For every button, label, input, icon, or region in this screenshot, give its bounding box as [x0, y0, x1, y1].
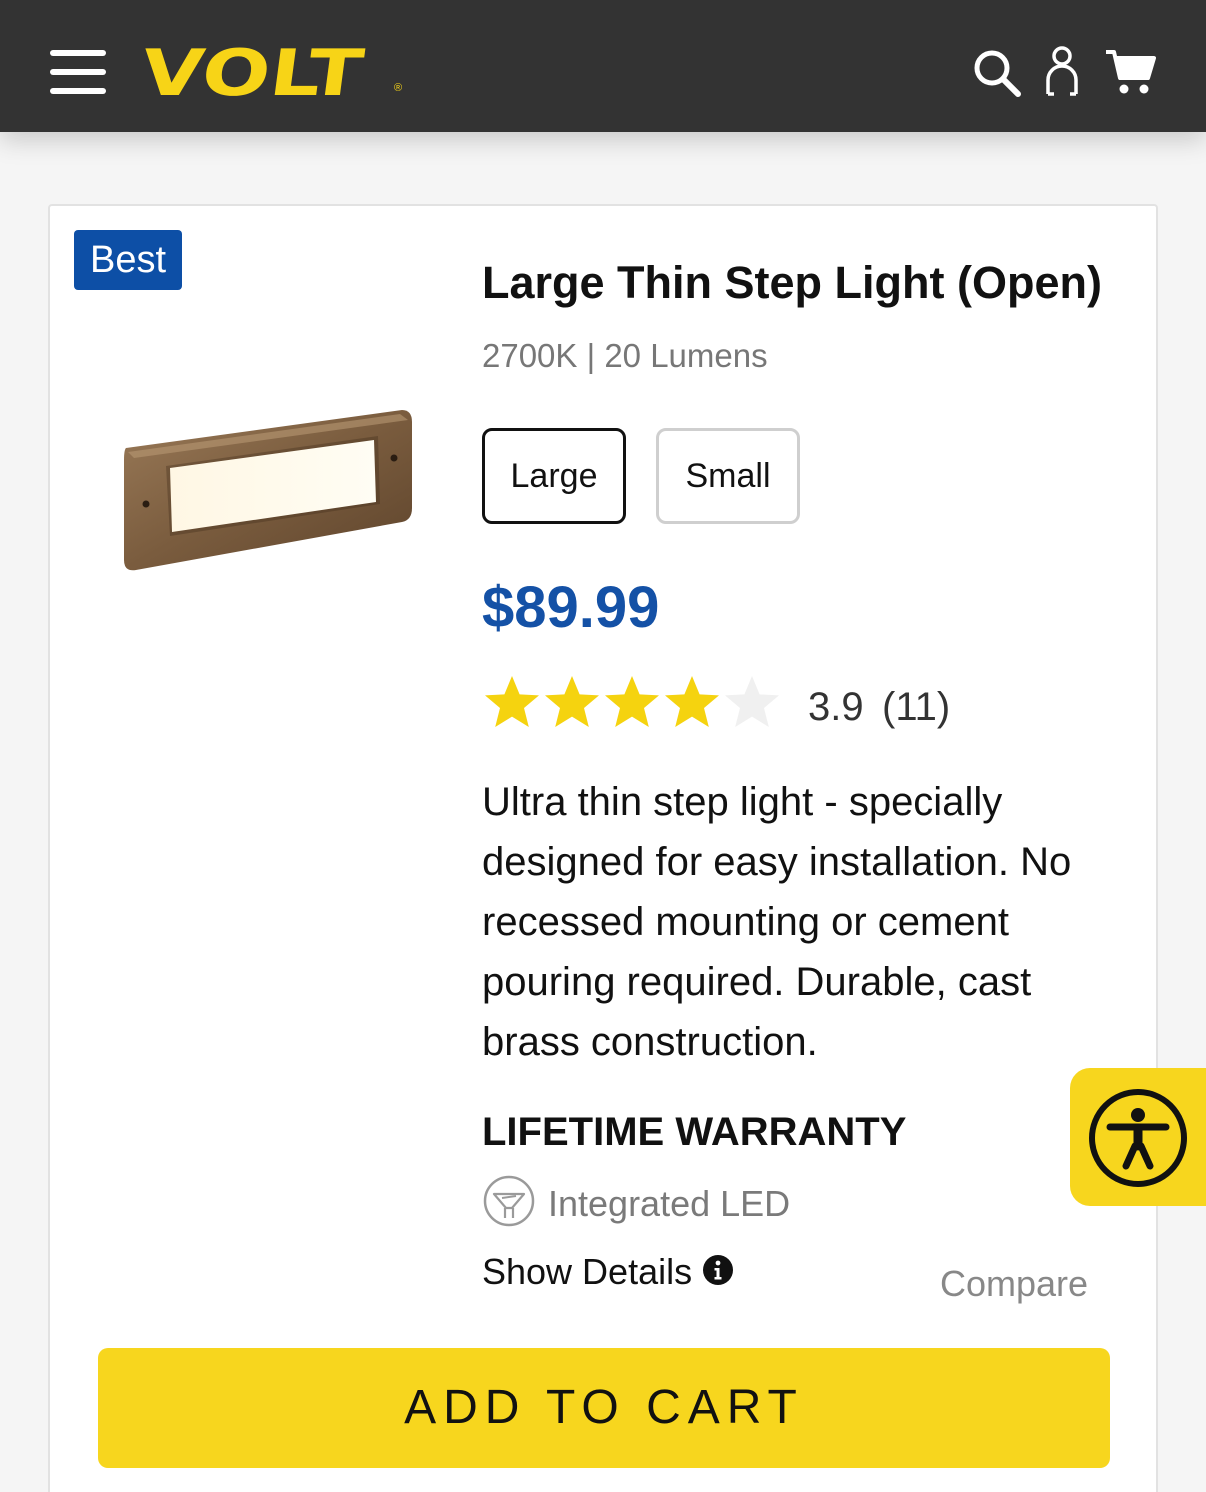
add-to-cart-button[interactable]: ADD TO CART	[98, 1348, 1110, 1468]
top-header: VOLT ®	[0, 0, 1206, 132]
warranty-label: LIFETIME WARRANTY	[482, 1110, 907, 1154]
product-image[interactable]	[114, 396, 424, 596]
star-empty-icon	[725, 676, 779, 727]
star-rating[interactable]	[482, 672, 782, 732]
star-icon	[665, 676, 719, 727]
info-icon[interactable]	[702, 1254, 734, 1286]
accessibility-button[interactable]	[1070, 1068, 1206, 1206]
feature-label: Integrated LED	[548, 1183, 791, 1224]
product-card: Best Large Thin Step Light (Open) 2700K …	[48, 204, 1158, 1492]
star-icon	[605, 676, 659, 727]
star-icon	[545, 676, 599, 727]
product-specs: 2700K | 20 Lumens	[482, 337, 768, 374]
led-bulb-icon	[483, 1175, 535, 1227]
variant-small-button[interactable]: Small	[656, 428, 800, 524]
search-icon[interactable]	[972, 48, 1022, 98]
rating-value: 3.9	[808, 685, 864, 729]
product-price: $89.99	[482, 575, 660, 640]
product-title[interactable]: Large Thin Step Light (Open)	[482, 254, 1142, 312]
star-icon	[485, 676, 539, 727]
cart-icon[interactable]	[1104, 46, 1156, 96]
accessibility-icon	[1089, 1089, 1187, 1187]
compare-link[interactable]: Compare	[940, 1260, 1088, 1308]
product-description: Ultra thin step light - specially design…	[482, 780, 1072, 1064]
account-icon[interactable]	[1044, 46, 1080, 96]
registered-mark: ®	[394, 82, 403, 94]
volt-logo[interactable]: VOLT	[137, 37, 368, 111]
menu-icon[interactable]	[50, 50, 106, 94]
variant-large-button[interactable]: Large	[482, 428, 626, 524]
review-count[interactable]: (11)	[882, 682, 950, 732]
show-details-link[interactable]: Show Details	[482, 1246, 692, 1298]
logo-text: VOLT	[136, 37, 368, 111]
best-badge: Best	[74, 230, 182, 290]
